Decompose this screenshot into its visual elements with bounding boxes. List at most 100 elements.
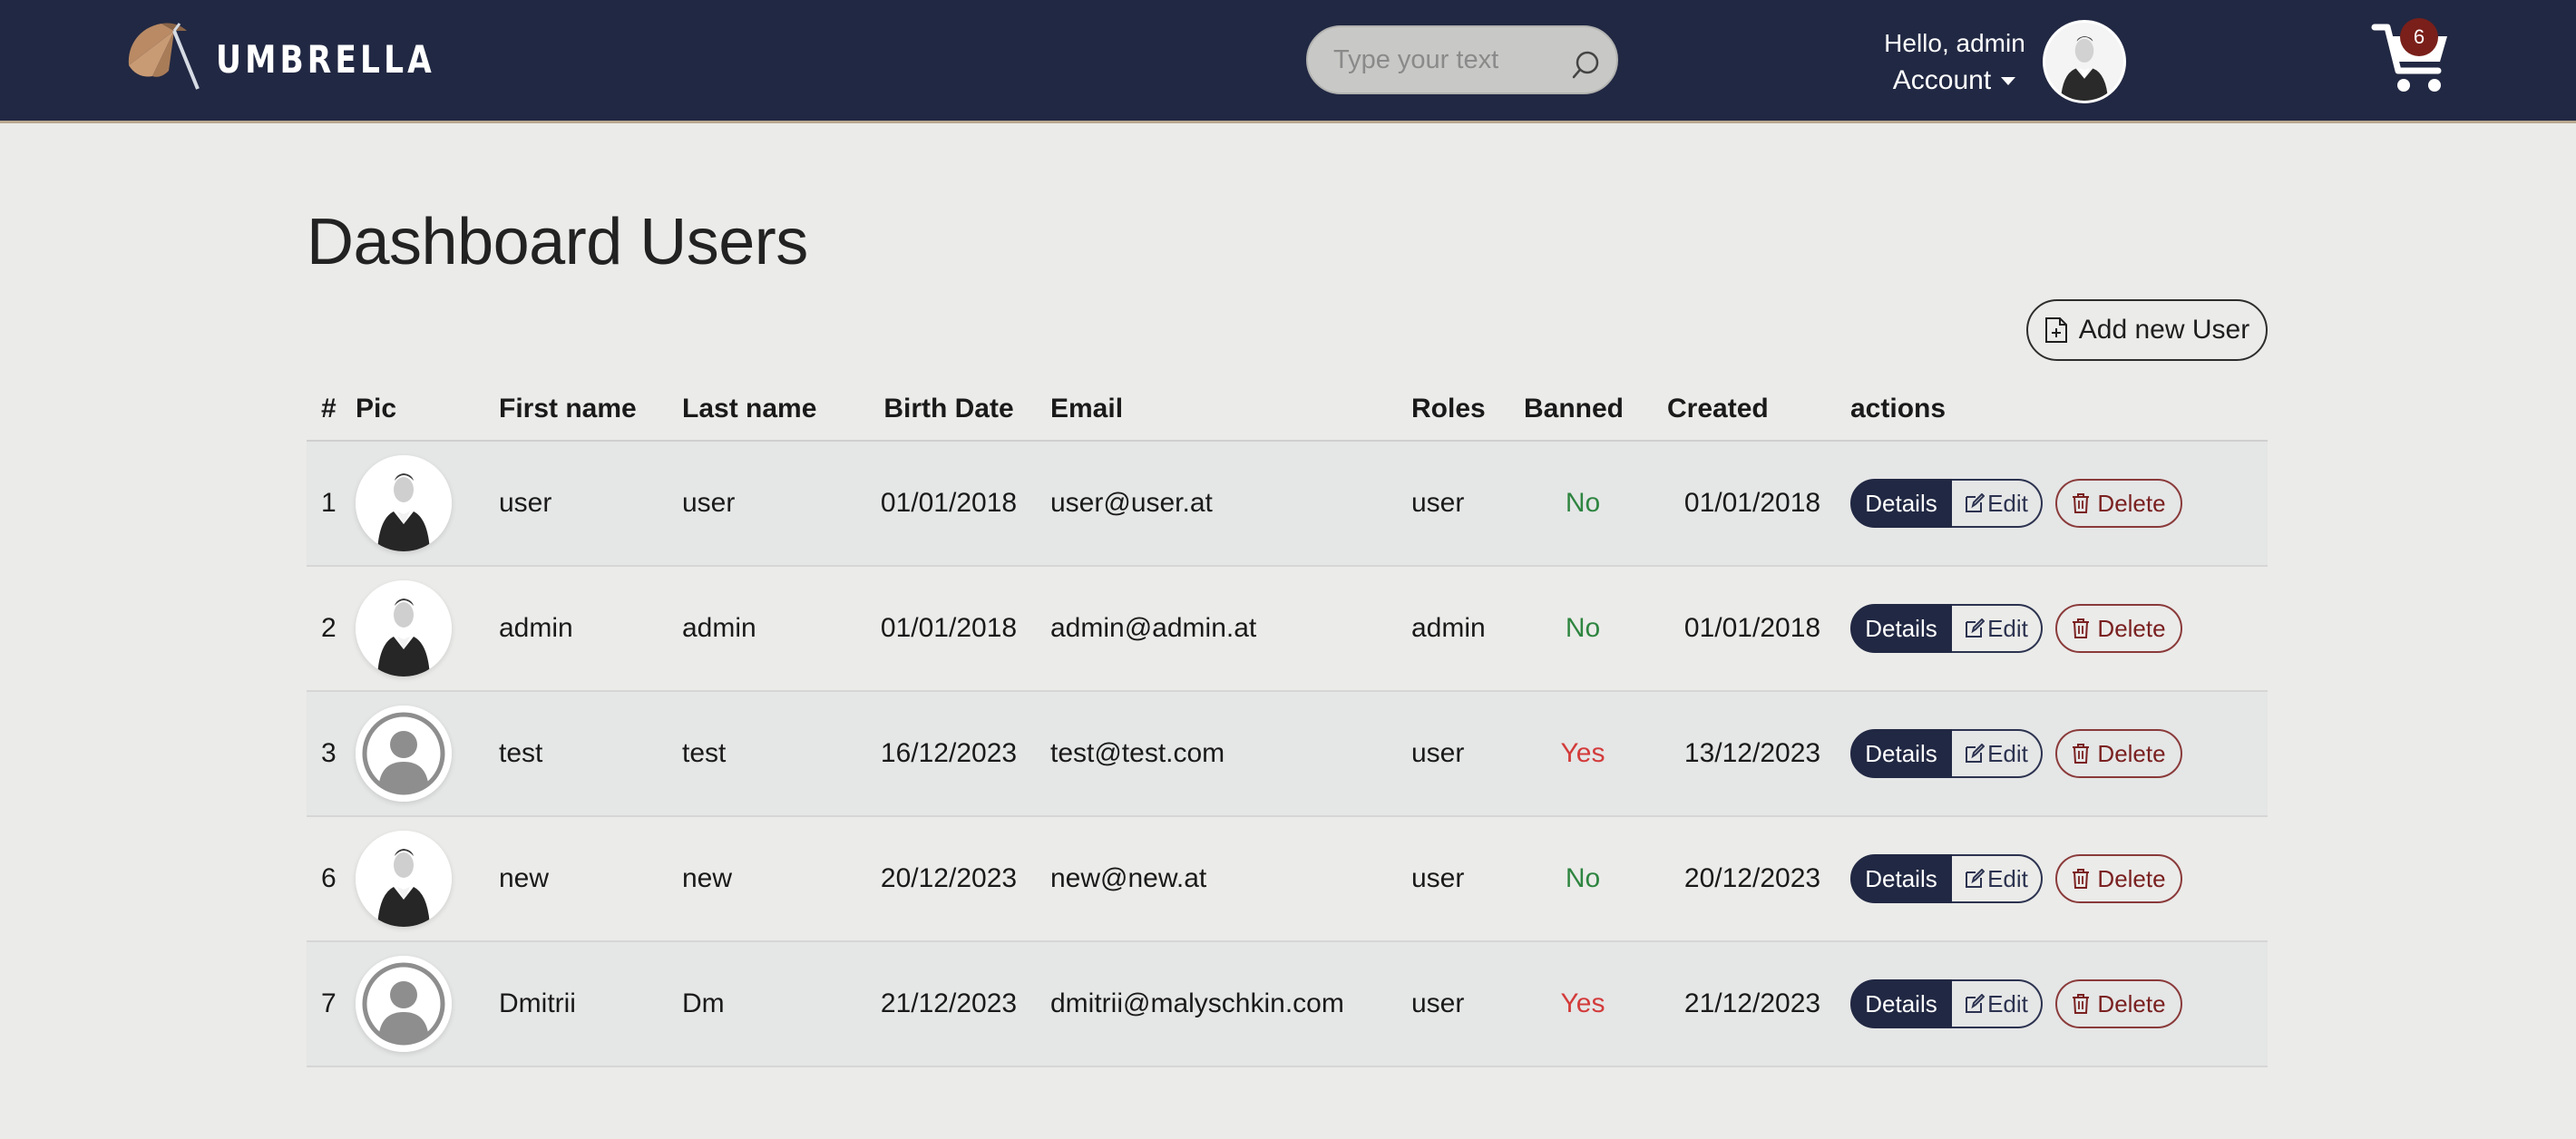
add-new-user-label: Add new User [2078,315,2250,345]
table-row: 1 user user 01/01/2018 user@user.at user… [307,441,2268,567]
details-button[interactable]: Details [1850,479,1952,528]
umbrella-icon [128,23,200,90]
cell-email: dmitrii@malyschkin.com [1050,941,1411,1067]
cell-banned: Yes [1524,691,1664,817]
delete-button[interactable]: Delete [2055,479,2182,528]
column-header-created: Created [1664,377,1850,442]
edit-button[interactable]: Edit [1952,729,2043,778]
cell-actions: Details Edit Delete [1850,941,2268,1067]
top-navbar: UMBRELLA Hello, admin Account [0,0,2576,123]
delete-button[interactable]: Delete [2055,729,2182,778]
cell-created: 20/12/2023 [1664,816,1850,942]
users-table-body: 1 user user 01/01/2018 user@user.at user… [307,441,2268,1067]
details-edit-group: Details Edit [1850,729,2043,778]
details-edit-group: Details Edit [1850,479,2043,528]
cell-id: 2 [307,566,356,692]
delete-label: Delete [2097,489,2166,517]
delete-button[interactable]: Delete [2055,604,2182,653]
cell-actions: Details Edit Delete [1850,816,2268,942]
column-header-banned: Banned [1524,377,1664,442]
cell-created: 13/12/2023 [1664,691,1850,817]
row-actions: Details Edit Delete [1850,479,2268,528]
delete-button[interactable]: Delete [2055,979,2182,1028]
column-header-actions: actions [1850,377,2268,442]
trash-icon [2073,618,2090,638]
edit-icon [1966,744,1986,763]
edit-icon [1966,994,1986,1013]
trash-icon [2073,744,2090,764]
edit-button[interactable]: Edit [1952,979,2043,1028]
cell-first-name: Dmitrii [499,941,682,1067]
search-icon[interactable] [1571,47,1604,80]
column-header-birth-date: Birth Date [864,377,1050,442]
search-bar [1306,25,1618,94]
cell-last-name: test [682,691,864,817]
edit-label: Edit [1987,989,2028,1017]
details-button[interactable]: Details [1850,854,1952,903]
column-header-last-name: Last name [682,377,864,442]
user-portrait-icon [356,580,452,677]
edit-button[interactable]: Edit [1952,854,2043,903]
delete-label: Delete [2097,614,2166,642]
header-avatar[interactable] [2043,20,2126,103]
cell-created: 21/12/2023 [1664,941,1850,1067]
edit-icon [1966,869,1986,888]
cell-banned: No [1524,566,1664,692]
details-button[interactable]: Details [1850,604,1952,653]
cell-actions: Details Edit Delete [1850,566,2268,692]
column-header-id: # [307,377,356,442]
edit-button[interactable]: Edit [1952,604,2043,653]
cell-first-name: test [499,691,682,817]
page-title: Dashboard Users [307,206,808,278]
brand-name: UMBRELLA [216,36,435,82]
cell-created: 01/01/2018 [1664,566,1850,692]
column-header-first-name: First name [499,377,682,442]
cell-last-name: user [682,441,864,567]
cell-birth-date: 20/12/2023 [864,816,1050,942]
brand-home-link[interactable]: UMBRELLA [122,16,483,102]
edit-button[interactable]: Edit [1952,479,2043,528]
table-row: 7 Dmitrii Dm 21/12/2023 dmitrii@malyschk… [307,941,2268,1067]
column-header-roles: Roles [1411,377,1524,442]
cell-banned: No [1524,816,1664,942]
delete-button[interactable]: Delete [2055,854,2182,903]
cell-birth-date: 01/01/2018 [864,441,1050,567]
row-actions: Details Edit Delete [1850,604,2268,653]
user-portrait-icon [356,831,452,927]
trash-icon [2073,493,2090,513]
cell-roles: user [1411,691,1524,817]
details-button[interactable]: Details [1850,729,1952,778]
cell-id: 6 [307,816,356,942]
cell-roles: user [1411,816,1524,942]
delete-label: Delete [2097,739,2166,767]
edit-label: Edit [1987,489,2028,517]
column-header-pic: Pic [356,377,499,442]
cell-last-name: new [682,816,864,942]
table-header-row: # Pic First name Last name Birth Date Em… [307,377,2268,442]
column-header-email: Email [1050,377,1411,442]
details-edit-group: Details Edit [1850,604,2043,653]
details-edit-group: Details Edit [1850,979,2043,1028]
delete-label: Delete [2097,989,2166,1017]
details-edit-group: Details Edit [1850,854,2043,903]
cell-email: test@test.com [1050,691,1411,817]
cell-id: 3 [307,691,356,817]
cell-first-name: admin [499,566,682,692]
row-actions: Details Edit Delete [1850,729,2268,778]
cell-first-name: user [499,441,682,567]
edit-label: Edit [1987,864,2028,892]
cell-actions: Details Edit Delete [1850,441,2268,567]
account-dropdown[interactable]: Account [1893,62,2016,100]
details-button[interactable]: Details [1850,979,1952,1028]
caret-down-icon [2001,77,2016,85]
default-avatar-icon [356,956,452,1052]
file-plus-icon [2044,317,2067,343]
cell-last-name: admin [682,566,864,692]
user-greeting: Hello, admin Account [1878,25,2032,100]
cell-roles: admin [1411,566,1524,692]
add-new-user-button[interactable]: Add new User [2026,299,2268,361]
cell-email: admin@admin.at [1050,566,1411,692]
search-input[interactable] [1333,44,1551,75]
edit-label: Edit [1987,614,2028,642]
account-label: Account [1892,65,1992,95]
